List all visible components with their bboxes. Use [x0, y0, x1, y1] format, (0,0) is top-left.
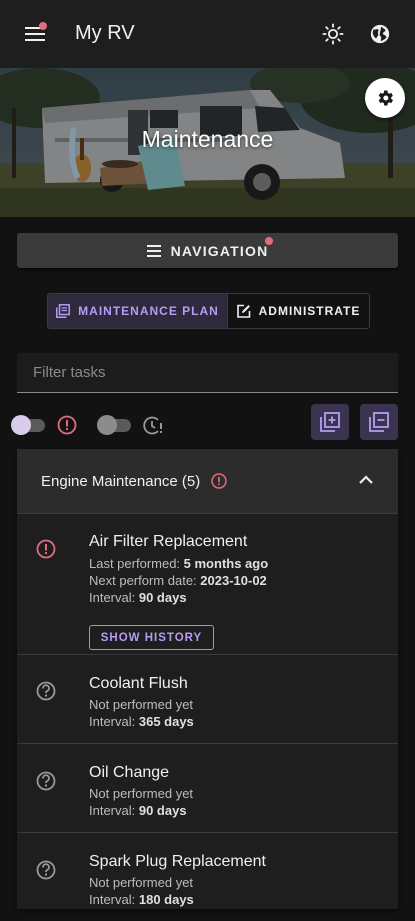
- hero-banner: Maintenance: [0, 68, 415, 217]
- menu-button[interactable]: [15, 14, 55, 54]
- theme-toggle-button[interactable]: [313, 14, 353, 54]
- view-toggle-group: MAINTENANCE PLAN ADMINISTRATE: [47, 293, 370, 329]
- tab-administrate[interactable]: ADMINISTRATE: [228, 294, 369, 328]
- collapse-all-icon: [369, 412, 389, 432]
- task-name: Oil Change: [89, 764, 170, 781]
- clock-alert-icon: [143, 416, 162, 435]
- task-status: Not performed yet: [89, 786, 194, 801]
- alert-circle-icon: [57, 415, 77, 435]
- upcoming-filter-switch[interactable]: [97, 415, 131, 435]
- help-circle-icon: [36, 681, 56, 701]
- list-menu-icon: [146, 244, 161, 257]
- task-name: Spark Plug Replacement: [89, 853, 266, 870]
- task-item: Coolant Flush Not performed yet Interval…: [17, 655, 398, 744]
- language-button[interactable]: [360, 14, 400, 54]
- help-circle-icon: [36, 860, 56, 880]
- app-title: My RV: [75, 22, 135, 44]
- brightness-icon: [322, 23, 344, 45]
- task-name: Air Filter Replacement: [89, 533, 248, 550]
- page-title: Maintenance: [141, 126, 274, 152]
- task-status: Not performed yet: [89, 697, 194, 712]
- task-next-date: Next perform date: 2023-10-02: [89, 573, 267, 588]
- tab-administrate-label: ADMINISTRATE: [258, 304, 361, 318]
- library-books-icon: [56, 304, 71, 318]
- task-name: Coolant Flush: [89, 675, 188, 692]
- task-interval: Interval: 90 days: [89, 803, 187, 818]
- chevron-up-icon[interactable]: [358, 469, 374, 491]
- panel-title: Engine Maintenance (5): [41, 472, 201, 490]
- overdue-filter-switch[interactable]: [11, 415, 45, 435]
- alert-circle-icon: [36, 539, 56, 559]
- tab-maintenance-plan-label: MAINTENANCE PLAN: [78, 304, 219, 318]
- alert-circle-icon: [211, 473, 227, 489]
- globe-icon: [370, 24, 390, 44]
- panel-header[interactable]: Engine Maintenance (5): [17, 449, 398, 514]
- notification-dot: [39, 22, 47, 30]
- expand-all-button[interactable]: [311, 404, 349, 440]
- task-status: Not performed yet: [89, 875, 194, 890]
- task-item: Oil Change Not performed yet Interval: 9…: [17, 744, 398, 833]
- task-interval: Interval: 365 days: [89, 714, 194, 729]
- task-item: Air Filter Replacement Last performed: 5…: [17, 514, 398, 655]
- edit-square-icon: [236, 304, 250, 318]
- task-last-performed: Last performed: 5 months ago: [89, 556, 269, 571]
- filter-tasks-input[interactable]: [17, 353, 398, 392]
- navigation-label: NAVIGATION: [170, 242, 269, 259]
- app-bar: My RV: [0, 0, 415, 68]
- collapse-all-button[interactable]: [360, 404, 398, 440]
- expand-all-icon: [320, 412, 340, 432]
- show-history-button[interactable]: SHOW HISTORY: [89, 625, 214, 650]
- help-circle-icon: [36, 771, 56, 791]
- navigation-notification-dot: [265, 237, 273, 245]
- navigation-button[interactable]: NAVIGATION: [17, 233, 398, 268]
- gear-icon: [378, 90, 393, 106]
- filter-tasks-field: [17, 353, 398, 393]
- task-interval: Interval: 90 days: [89, 590, 187, 605]
- task-item: Spark Plug Replacement Not performed yet…: [17, 833, 398, 921]
- engine-maintenance-panel: Engine Maintenance (5) Air Filter Replac…: [17, 449, 398, 909]
- tab-maintenance-plan[interactable]: MAINTENANCE PLAN: [48, 294, 228, 328]
- settings-button[interactable]: [365, 78, 405, 118]
